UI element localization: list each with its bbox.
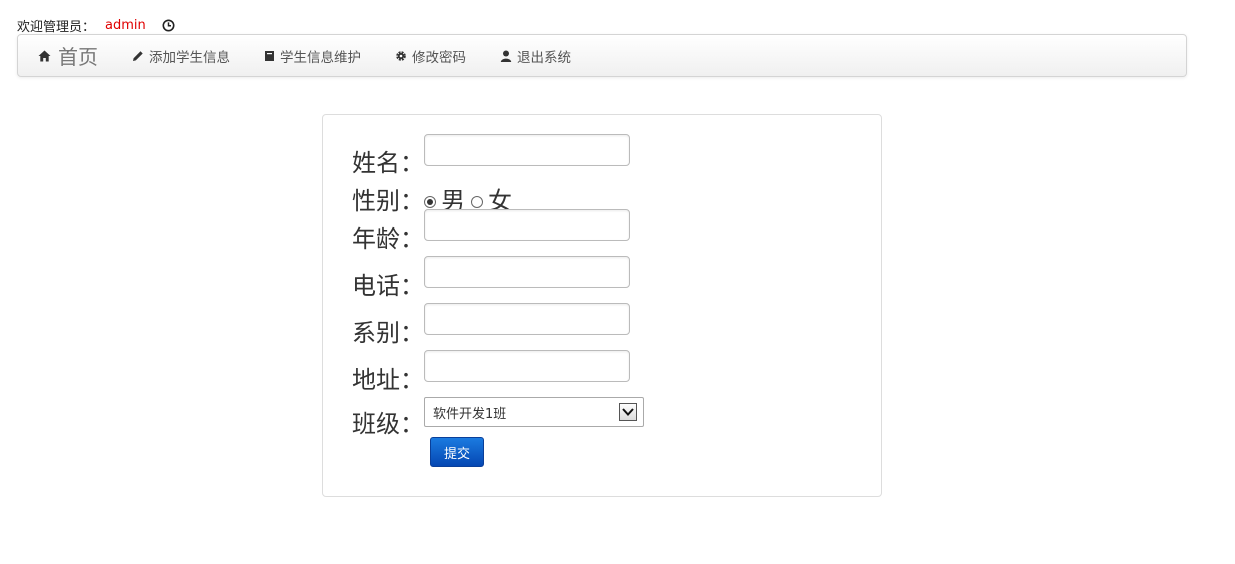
nav-change-password-label: 修改密码 [412,49,466,66]
gear-icon [395,50,407,62]
home-link[interactable]: 首页 [38,41,98,70]
page: 欢迎管理员： admin 首页 添加学生信息 学生信息维护 修改密码 退出系统 … [0,0,1235,564]
student-form: 姓名： 性别： 男 女 年龄： 电话： 系别： 地址： 班级： 软件开发1班 提… [322,114,882,497]
gender-label: 性别： [352,187,424,215]
nav-manage-students-label: 学生信息维护 [280,49,361,66]
username: admin [105,17,146,33]
age-label: 年龄： [352,225,424,253]
chevron-down-icon[interactable] [619,403,637,421]
name-input[interactable] [424,134,630,166]
department-input[interactable] [424,303,630,335]
department-label: 系别： [352,319,424,347]
phone-label: 电话： [352,272,424,300]
nav-add-student-label: 添加学生信息 [149,49,230,66]
nav-add-student[interactable]: 添加学生信息 [132,46,230,66]
nav-logout[interactable]: 退出系统 [500,46,571,66]
class-select[interactable]: 软件开发1班 [424,397,644,427]
phone-input[interactable] [424,256,630,288]
class-label: 班级： [352,410,424,438]
submit-button[interactable]: 提交 [430,437,484,467]
welcome-text: 欢迎管理员： [17,19,96,35]
home-label: 首页 [58,45,98,69]
gender-radio-male[interactable] [424,196,436,208]
user-icon [500,50,512,62]
navbar: 首页 添加学生信息 学生信息维护 修改密码 退出系统 [17,34,1187,77]
address-input[interactable] [424,350,630,382]
home-icon [38,50,51,62]
gender-radio-female[interactable] [471,196,483,208]
nav-manage-students[interactable]: 学生信息维护 [264,46,361,66]
nav-change-password[interactable]: 修改密码 [395,46,466,66]
class-select-value: 软件开发1班 [433,406,507,422]
clock-icon [162,19,175,32]
book-icon [264,50,275,62]
pencil-icon [132,50,144,62]
name-label: 姓名： [352,149,424,177]
nav-logout-label: 退出系统 [517,49,571,66]
address-label: 地址： [352,366,424,394]
age-input[interactable] [424,209,630,241]
welcome-bar: 欢迎管理员： admin [17,15,175,35]
